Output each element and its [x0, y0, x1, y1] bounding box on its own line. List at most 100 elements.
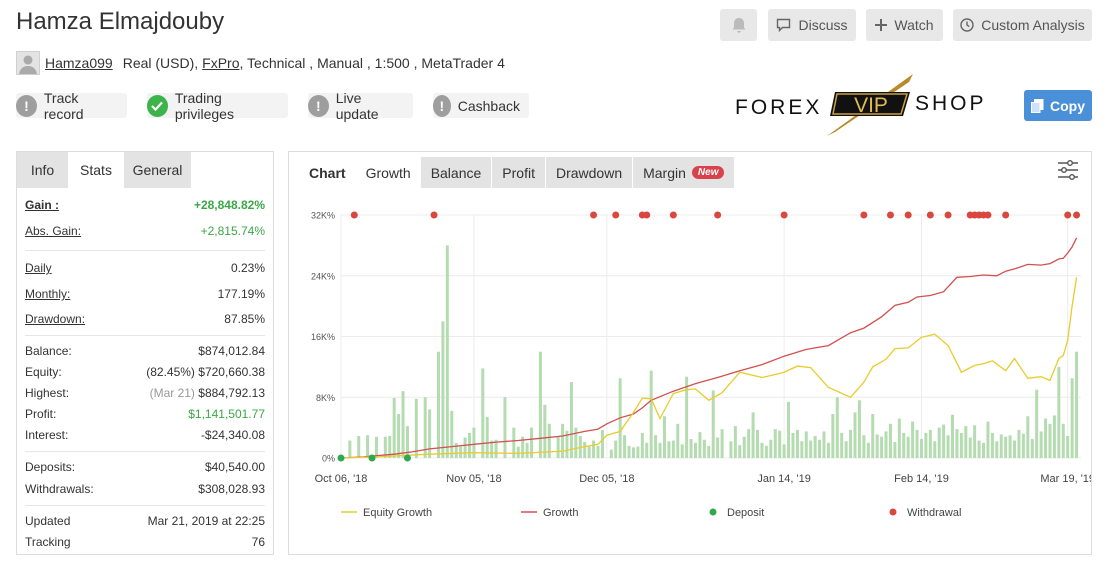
legend-label: Deposit: [727, 507, 764, 519]
bar: [990, 432, 994, 458]
bar: [1075, 351, 1079, 458]
bar: [574, 427, 578, 458]
tab-profit[interactable]: Profit: [492, 157, 545, 188]
bar: [818, 439, 822, 458]
bar: [556, 436, 560, 458]
tab-balance[interactable]: Balance: [420, 157, 492, 188]
account-info: Hamza099 Real (USD), FxPro , Technical ,…: [16, 51, 505, 75]
withdrawal-point: [714, 211, 722, 219]
chat-icon: [777, 18, 791, 32]
x-tick-label: Mar 19, '19: [1040, 473, 1091, 485]
bar: [888, 423, 892, 458]
bar: [937, 427, 941, 458]
bar: [516, 446, 520, 458]
monthly-label[interactable]: Monthly:: [25, 287, 70, 301]
warning-icon: !: [16, 94, 37, 117]
cashback-label: Cashback: [457, 97, 520, 114]
y-tick-label: 24K%: [311, 271, 335, 281]
tab-stats[interactable]: Stats: [68, 152, 124, 188]
chart-panel: Chart Growth Balance Profit Drawdown Mar…: [288, 151, 1092, 555]
withdrawal-point: [1073, 211, 1081, 219]
trading-privileges-badge[interactable]: Trading privileges: [147, 90, 288, 122]
growth-chart: 32K% 24K% 16K% 8K% 0% Oct 06, '18 Nov 05, '18…: [311, 211, 1091, 520]
live-update-badge[interactable]: ! Live update: [308, 90, 413, 122]
monthly-row: Monthly: 177.19%: [25, 285, 265, 303]
bar: [760, 442, 764, 458]
updated-row: Updated Mar 21, 2019 at 22:25: [25, 512, 265, 530]
username-link[interactable]: Hamza099: [45, 55, 113, 71]
bar: [583, 442, 587, 458]
tab-info[interactable]: Info: [17, 152, 68, 188]
bar: [401, 391, 405, 458]
broker-link[interactable]: FxPro: [202, 55, 239, 71]
gain-label[interactable]: Gain :: [25, 198, 59, 212]
bar: [849, 429, 853, 458]
abs-gain-label[interactable]: Abs. Gain:: [25, 224, 81, 238]
track-record-badge[interactable]: ! Track record: [16, 90, 127, 122]
tab-drawdown[interactable]: Drawdown: [545, 157, 633, 188]
bar: [906, 436, 910, 458]
bar: [348, 440, 352, 458]
bar: [645, 442, 649, 458]
copy-button[interactable]: Copy: [1024, 90, 1092, 121]
bar: [826, 442, 830, 458]
profit-label: Profit:: [25, 407, 57, 421]
bar: [636, 446, 640, 458]
withdrawal-point: [926, 211, 934, 219]
watch-button[interactable]: Watch: [866, 9, 943, 41]
bar: [1070, 378, 1074, 458]
bar: [587, 446, 591, 458]
drawdown-row: Drawdown: 87.85%: [25, 310, 265, 328]
bar: [1066, 435, 1070, 458]
bar: [813, 435, 817, 458]
profit-row: Profit: $1,141,501.77: [25, 405, 265, 423]
bar: [950, 414, 954, 458]
clock-icon: [960, 18, 974, 32]
custom-analysis-button[interactable]: Custom Analysis: [953, 9, 1092, 41]
bar: [1052, 415, 1056, 458]
bar: [995, 441, 999, 458]
highest-date: (Mar 21): [149, 386, 195, 400]
bar: [1061, 423, 1065, 458]
forex-vip-shop-logo: FOREX VIP SHOP: [735, 74, 984, 136]
bar: [986, 421, 990, 458]
bar: [919, 439, 923, 458]
balance-label: Balance:: [25, 344, 72, 358]
daily-label[interactable]: Daily: [25, 261, 52, 275]
warning-icon: !: [433, 94, 451, 117]
bar: [459, 446, 463, 458]
plus-icon: [875, 19, 888, 31]
bar: [875, 434, 879, 458]
sliders-icon[interactable]: [1057, 159, 1079, 181]
bar: [866, 442, 870, 458]
bar: [654, 435, 658, 458]
tab-chart[interactable]: Chart: [299, 157, 356, 188]
bar: [977, 440, 981, 458]
x-tick-label: Jan 14, '19: [757, 473, 810, 485]
account-details: , Technical , Manual , 1:500 , MetaTrade…: [239, 55, 505, 71]
discuss-button[interactable]: Discuss: [768, 9, 856, 41]
tab-growth[interactable]: Growth: [355, 157, 421, 188]
account-type: Real (USD),: [122, 55, 199, 71]
bar: [392, 398, 396, 458]
notify-button[interactable]: [720, 9, 757, 41]
bar: [693, 442, 697, 458]
bar: [662, 416, 666, 458]
bar: [463, 437, 467, 458]
bar: [844, 441, 848, 458]
bar: [946, 435, 950, 458]
bar: [933, 441, 937, 458]
bar: [911, 421, 915, 458]
bar: [831, 413, 835, 458]
bar: [822, 431, 826, 458]
tab-margin[interactable]: Margin New: [633, 157, 735, 188]
cashback-badge[interactable]: ! Cashback: [433, 93, 529, 118]
bar: [485, 416, 489, 458]
bar: [445, 245, 449, 458]
tab-general[interactable]: General: [124, 152, 191, 188]
drawdown-label[interactable]: Drawdown:: [25, 312, 85, 326]
copy-icon: [1031, 98, 1044, 113]
bar: [871, 413, 875, 458]
withdrawal-point: [1064, 211, 1072, 219]
bar: [1057, 366, 1061, 458]
